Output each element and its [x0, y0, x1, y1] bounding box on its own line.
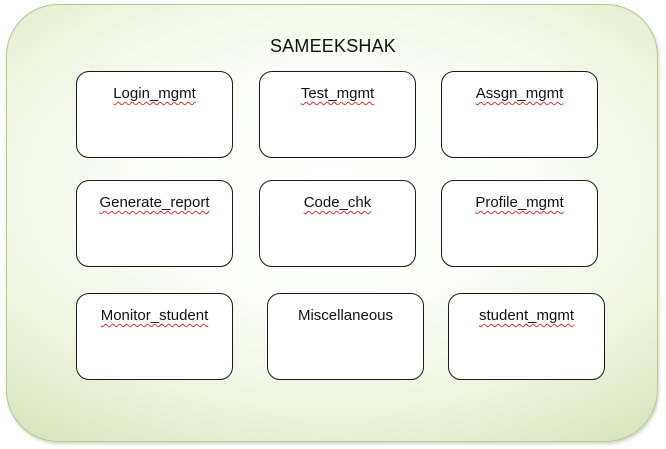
module-label: Code_chk	[303, 194, 372, 211]
module-miscellaneous: Miscellaneous	[267, 293, 424, 380]
module-label: student_mgmt	[478, 307, 575, 324]
module-label: Profile_mgmt	[475, 194, 564, 211]
module-label: Monitor_student	[100, 307, 209, 324]
module-assgn-mgmt: Assgn_mgmt	[441, 71, 598, 158]
module-test-mgmt: Test_mgmt	[259, 71, 416, 158]
diagram-title: SAMEEKSHAK	[269, 36, 397, 56]
module-code-chk: Code_chk	[259, 180, 416, 267]
module-generate-report: Generate_report	[76, 180, 233, 267]
module-label: Login_mgmt	[113, 85, 196, 102]
module-label: Test_mgmt	[300, 85, 375, 102]
module-student-mgmt: student_mgmt	[448, 293, 605, 380]
module-label: Generate_report	[99, 194, 210, 211]
module-login-mgmt: Login_mgmt	[76, 71, 233, 158]
module-profile-mgmt: Profile_mgmt	[441, 180, 598, 267]
module-label: Assgn_mgmt	[475, 85, 564, 102]
module-monitor-student: Monitor_student	[76, 293, 233, 380]
module-label: Miscellaneous	[297, 307, 394, 324]
